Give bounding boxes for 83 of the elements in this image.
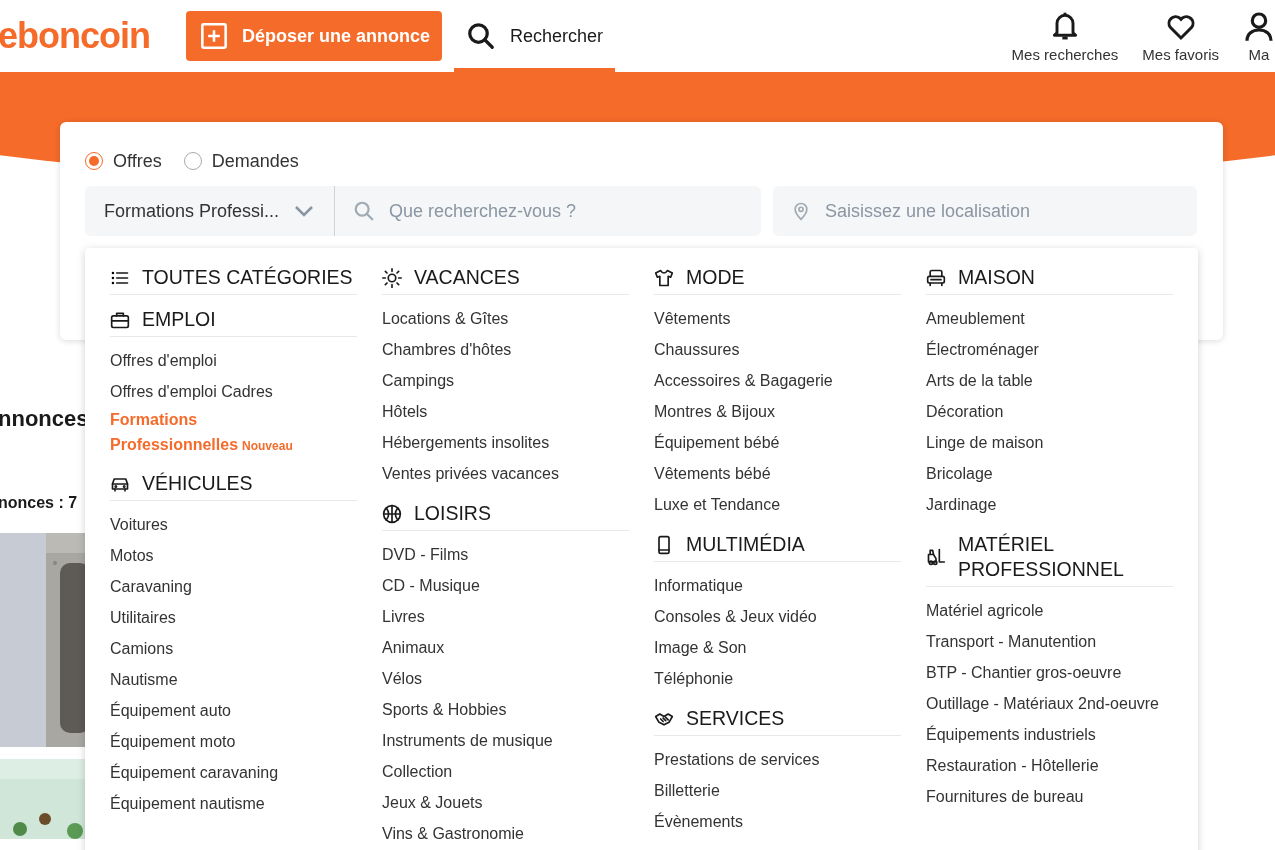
category-link[interactable]: Offres d'emploi Cadres	[110, 376, 357, 407]
category-link[interactable]: Informatique	[654, 570, 901, 601]
category-link[interactable]: Restauration - Hôtellerie	[926, 750, 1173, 781]
nav-link[interactable]: Ma	[1243, 9, 1275, 63]
category-heading[interactable]: MATÉRIEL PROFESSIONNEL	[926, 530, 1173, 587]
category-link[interactable]: BTP - Chantier gros-oeuvre	[926, 657, 1173, 688]
category-link[interactable]: Nautisme	[110, 664, 357, 695]
plus-square-icon	[200, 22, 228, 50]
radio-option[interactable]: Offres	[85, 150, 162, 172]
nav-link[interactable]: Mes recherches	[1011, 9, 1119, 63]
category-link[interactable]: Ameublement	[926, 303, 1173, 334]
category-link[interactable]: Campings	[382, 365, 629, 396]
category-link[interactable]: Chaussures	[654, 334, 901, 365]
category-link[interactable]: Jeux & Jouets	[382, 787, 629, 818]
category-link[interactable]: Bricolage	[926, 458, 1173, 489]
category-link[interactable]: Voitures	[110, 509, 357, 540]
category-link[interactable]: Caravaning	[110, 571, 357, 602]
radio-option[interactable]: Demandes	[183, 150, 299, 172]
category-link[interactable]: Outillage - Matériaux 2nd-oeuvre	[926, 688, 1173, 719]
results-heading: nnonces	[0, 406, 90, 432]
category-link[interactable]: Accessoires & Bagagerie	[654, 365, 901, 396]
category-link[interactable]: Offres d'emploi	[110, 345, 357, 376]
category-link[interactable]: Équipement moto	[110, 726, 357, 757]
category-link[interactable]: Fournitures de bureau	[926, 781, 1173, 812]
category-link[interactable]: Prestations de services	[654, 744, 901, 775]
category-heading[interactable]: MAISON	[926, 263, 1173, 295]
nav-link[interactable]: Mes favoris	[1142, 9, 1219, 63]
category-link[interactable]: Arts de la table	[926, 365, 1173, 396]
category-link[interactable]: Matériel agricole	[926, 595, 1173, 626]
category-link[interactable]: Équipement auto	[110, 695, 357, 726]
category-link[interactable]: Équipements industriels	[926, 719, 1173, 750]
sun-icon	[382, 267, 402, 288]
category-link[interactable]: Instruments de musique	[382, 725, 629, 756]
category-link[interactable]: Chambres d'hôtes	[382, 334, 629, 365]
category-heading[interactable]: EMPLOI	[110, 305, 357, 337]
category-link[interactable]: Locations & Gîtes	[382, 303, 629, 334]
category-link[interactable]: DVD - Films	[382, 539, 629, 570]
location-pin-icon	[791, 200, 811, 222]
category-link[interactable]: Animaux	[382, 632, 629, 663]
category-link[interactable]: Hôtels	[382, 396, 629, 427]
category-link[interactable]: Transport - Manutention	[926, 626, 1173, 657]
category-link[interactable]: Décoration	[926, 396, 1173, 427]
tshirt-icon	[654, 267, 674, 288]
ball-icon	[382, 503, 402, 524]
category-link[interactable]: Évènements	[654, 806, 901, 837]
category-link[interactable]: Vélos	[382, 663, 629, 694]
category-link[interactable]: Motos	[110, 540, 357, 571]
search-icon	[466, 21, 497, 51]
category-link[interactable]: Vins & Gastronomie	[382, 818, 629, 849]
category-select[interactable]: Formations Professi...	[85, 186, 335, 236]
category-link[interactable]: CD - Musique	[382, 570, 629, 601]
category-heading[interactable]: VACANCES	[382, 263, 629, 295]
category-link[interactable]: Collection	[382, 756, 629, 787]
category-link[interactable]: Équipement nautisme	[110, 788, 357, 819]
category-link[interactable]: Sports & Hobbies	[382, 694, 629, 725]
category-heading[interactable]: LOISIRS	[382, 499, 629, 531]
category-heading[interactable]: SERVICES	[654, 704, 901, 736]
category-link[interactable]: Vêtements bébé	[654, 458, 901, 489]
armchair-icon	[926, 267, 946, 288]
category-link[interactable]: Téléphonie	[654, 663, 901, 694]
category-link[interactable]: Équipement bébé	[654, 427, 901, 458]
category-link[interactable]: Équipement caravaning	[110, 757, 357, 788]
category-link[interactable]: Luxe et Tendance	[654, 489, 901, 520]
category-link[interactable]: Livres	[382, 601, 629, 632]
category-link[interactable]: Linge de maison	[926, 427, 1173, 458]
person-icon	[1243, 9, 1275, 42]
category-link[interactable]: Vêtements	[654, 303, 901, 334]
category-heading[interactable]: VÉHICULES	[110, 469, 357, 501]
search-icon	[353, 200, 375, 222]
category-link[interactable]: Utilitaires	[110, 602, 357, 633]
category-link[interactable]: Consoles & Jeux vidéo	[654, 601, 901, 632]
category-link[interactable]: Hébergements insolites	[382, 427, 629, 458]
category-link[interactable]: Image & Son	[654, 632, 901, 663]
category-heading[interactable]: MODE	[654, 263, 901, 295]
category-heading[interactable]: TOUTES CATÉGORIES	[110, 263, 357, 295]
category-link[interactable]: Jardinage	[926, 489, 1173, 520]
category-link[interactable]: Billetterie	[654, 775, 901, 806]
category-link[interactable]: Ventes privées vacances	[382, 458, 629, 489]
category-link[interactable]: Électroménager	[926, 334, 1173, 365]
category-heading[interactable]: MULTIMÉDIA	[654, 530, 901, 562]
new-label: Nouveau	[242, 439, 293, 453]
category-link[interactable]: Montres & Bijoux	[654, 396, 901, 427]
category-link[interactable]: Camions	[110, 633, 357, 664]
